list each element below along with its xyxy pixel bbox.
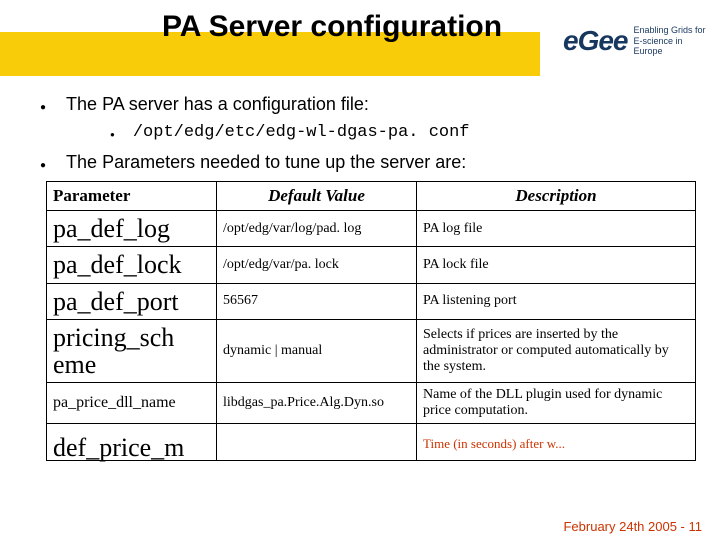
bullet-dot-icon: ●: [40, 102, 46, 113]
col-description: Description: [417, 182, 696, 211]
param-default: libdgas_pa.Price.Alg.Dyn.so: [217, 383, 417, 424]
param-description: PA listening port: [417, 283, 696, 319]
bullet-dot-icon: ●: [110, 130, 115, 139]
page-title: PA Server configuration: [162, 10, 502, 44]
logo-line2: E-science in Europe: [634, 36, 709, 57]
bullet-config-path: ● /opt/edg/etc/edg-wl-dgas-pa. conf: [110, 123, 692, 142]
table-row: pa_def_log/opt/edg/var/log/pad. logPA lo…: [47, 211, 696, 247]
param-description: Name of the DLL plugin used for dynamic …: [417, 383, 696, 424]
param-default: 56567: [217, 283, 417, 319]
table-row: pa_price_dll_namelibdgas_pa.Price.Alg.Dy…: [47, 383, 696, 424]
header: PA Server configuration eGee Enabling Gr…: [0, 0, 720, 82]
param-description: PA log file: [417, 211, 696, 247]
bullet-dot-icon: ●: [40, 160, 46, 171]
table-row: pricing_sch emedynamic | manualSelects i…: [47, 319, 696, 383]
config-path: /opt/edg/etc/edg-wl-dgas-pa. conf: [133, 123, 470, 142]
egee-logo: eGee Enabling Grids for E-science in Eur…: [563, 6, 708, 76]
param-name: pa_def_log: [47, 211, 217, 247]
param-default: /opt/edg/var/log/pad. log: [217, 211, 417, 247]
bullet-config-file: ● The PA server has a configuration file…: [40, 94, 692, 115]
param-name: pa_def_lock: [47, 247, 217, 283]
content: ● The PA server has a configuration file…: [0, 82, 720, 461]
param-name: pa_def_port: [47, 283, 217, 319]
param-description: Time (in seconds) after w...: [417, 426, 696, 462]
param-description: PA lock file: [417, 247, 696, 283]
logo-mark: eGee: [563, 25, 628, 57]
param-description: Selects if prices are inserted by the ad…: [417, 319, 696, 383]
param-default: /opt/edg/var/pa. lock: [217, 247, 417, 283]
col-parameter: Parameter: [47, 182, 217, 211]
param-name: pricing_sch eme: [47, 319, 217, 383]
param-name: pa_price_dll_name: [47, 383, 217, 424]
param-default: dynamic | manual: [217, 319, 417, 383]
table-row: pa_def_port56567PA listening port: [47, 283, 696, 319]
bullet-text: The PA server has a configuration file:: [66, 94, 369, 115]
table-header-row: Parameter Default Value Description: [47, 182, 696, 211]
bullet-text: The Parameters needed to tune up the ser…: [66, 152, 466, 173]
param-name: def_price_m: [47, 430, 217, 466]
logo-tagline: Enabling Grids for E-science in Europe: [634, 25, 709, 56]
table-row-cutoff: def_price_mTime (in seconds) after w...: [47, 424, 696, 460]
parameters-table: Parameter Default Value Description pa_d…: [46, 181, 696, 461]
table-row: pa_def_lock/opt/edg/var/pa. lockPA lock …: [47, 247, 696, 283]
footer-date: February 24th 2005 - 11: [563, 519, 702, 534]
bullet-parameters: ● The Parameters needed to tune up the s…: [40, 152, 692, 173]
col-default-value: Default Value: [217, 182, 417, 211]
logo-line1: Enabling Grids for: [634, 25, 709, 35]
param-default: [217, 426, 417, 462]
